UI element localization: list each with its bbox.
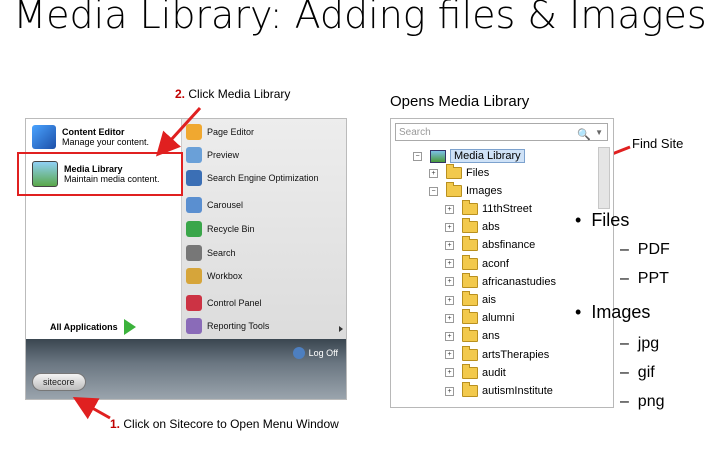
tree-root-label: Media Library bbox=[450, 149, 525, 163]
tree-folder-label: abs bbox=[482, 221, 500, 234]
expand-icon[interactable]: + bbox=[445, 222, 454, 232]
folder-icon bbox=[462, 309, 478, 325]
tree-node-images[interactable]: − Images bbox=[429, 182, 502, 200]
tree-folder-label: audit bbox=[482, 366, 506, 379]
tree-folder-label: alumni bbox=[482, 312, 515, 325]
folder-icon bbox=[462, 272, 478, 288]
folder-icon bbox=[462, 236, 478, 252]
tree-node-folder[interactable]: + artsTherapies bbox=[445, 345, 550, 364]
expand-icon[interactable]: + bbox=[429, 168, 438, 178]
sub-bullet-ppt-label: PPT bbox=[637, 270, 669, 287]
dash: – bbox=[620, 270, 638, 287]
folder-icon bbox=[462, 200, 478, 215]
collapse-icon[interactable]: − bbox=[413, 151, 422, 161]
folder-icon bbox=[462, 382, 478, 397]
search-placeholder: Search bbox=[399, 127, 431, 138]
magnifier-icon[interactable]: 🔍 bbox=[577, 126, 591, 144]
tree-images-label: Images bbox=[466, 185, 503, 197]
dash: – bbox=[620, 364, 638, 381]
tree-files-label: Files bbox=[466, 167, 490, 179]
sub-bullet-png: – png bbox=[620, 393, 665, 411]
sub-bullet-png-label: png bbox=[637, 393, 665, 410]
expand-icon[interactable]: + bbox=[445, 350, 454, 360]
expand-icon[interactable]: + bbox=[445, 368, 454, 378]
find-site-label: Find Site bbox=[632, 136, 684, 151]
expand-icon[interactable]: + bbox=[445, 277, 454, 287]
bullet-files-label: Files bbox=[591, 210, 630, 230]
bullet-dot: • bbox=[575, 210, 592, 230]
expand-icon[interactable]: + bbox=[445, 204, 454, 214]
step1-text: Click on Sitecore to Open Menu Window bbox=[123, 417, 339, 431]
expand-icon[interactable]: + bbox=[445, 386, 454, 396]
tree-folder-label: ais bbox=[482, 294, 497, 306]
tree-node-folder[interactable]: + aconf bbox=[445, 254, 509, 273]
tree-node-folder[interactable]: + absfinance bbox=[445, 236, 535, 254]
tree-folder-label: 11thStreet bbox=[482, 203, 532, 215]
sub-bullet-jpg-label: jpg bbox=[637, 335, 660, 352]
bullet-images-label: Images bbox=[591, 302, 651, 322]
tree-folder-label: absfinance bbox=[482, 239, 536, 252]
tree-node-folder[interactable]: + ais bbox=[445, 291, 496, 309]
arrow-to-sitecore bbox=[72, 397, 111, 420]
bullet-images: • Images bbox=[575, 302, 650, 323]
tree-folder-label: artsTherapies bbox=[482, 348, 550, 361]
folder-icon bbox=[446, 182, 462, 197]
tree-node-folder[interactable]: + africanastudies bbox=[445, 272, 556, 291]
expand-icon[interactable]: + bbox=[445, 240, 454, 250]
tree-node-files[interactable]: + Files bbox=[429, 164, 489, 182]
media-library-tree-panel: Search 🔍 ▼ − Media Library + Files − Ima… bbox=[390, 118, 614, 408]
bullet-files: • Files bbox=[575, 210, 629, 231]
tree-node-folder[interactable]: +11thStreet bbox=[445, 200, 532, 218]
tree-node-folder[interactable]: + audit bbox=[445, 363, 506, 382]
tree-node-folder[interactable]: + ans bbox=[445, 327, 500, 345]
folder-icon bbox=[462, 327, 478, 343]
step1-number: 1. bbox=[110, 417, 121, 431]
expand-icon[interactable]: + bbox=[445, 295, 454, 305]
folder-icon bbox=[462, 254, 478, 270]
tree-node-media-library[interactable]: − Media Library bbox=[413, 147, 525, 165]
step1-caption: 1. Click on Sitecore to Open Menu Window bbox=[110, 417, 339, 431]
sub-bullet-ppt: – PPT bbox=[620, 270, 669, 288]
sub-bullet-gif: – gif bbox=[620, 364, 655, 382]
tree-node-folder[interactable]: + alumni bbox=[445, 309, 514, 327]
media-library-icon bbox=[430, 149, 446, 163]
sub-bullet-pdf-label: PDF bbox=[637, 241, 670, 258]
dash: – bbox=[620, 335, 638, 352]
folder-icon bbox=[462, 363, 478, 379]
expand-icon[interactable]: + bbox=[445, 259, 454, 269]
tree-search-input[interactable]: Search 🔍 ▼ bbox=[395, 123, 608, 141]
sub-bullet-gif-label: gif bbox=[637, 364, 655, 381]
expand-icon[interactable]: + bbox=[445, 313, 454, 323]
dash: – bbox=[620, 241, 638, 258]
tree-folder-label: aconf bbox=[482, 257, 509, 270]
tree-folder-label: autismInstitute bbox=[482, 385, 553, 397]
sub-bullet-jpg: – jpg bbox=[620, 335, 659, 353]
tree-folder-label: ans bbox=[482, 330, 500, 343]
folder-icon bbox=[462, 218, 478, 234]
folder-icon bbox=[462, 345, 478, 361]
tree-folder-label: africanastudies bbox=[482, 275, 556, 288]
collapse-icon[interactable]: − bbox=[429, 186, 438, 196]
folder-icon bbox=[462, 291, 478, 306]
tree-scrollbar[interactable] bbox=[598, 147, 610, 209]
tree-node-folder[interactable]: + abs bbox=[445, 218, 500, 236]
expand-icon[interactable]: + bbox=[445, 331, 454, 341]
bullet-dot: • bbox=[575, 302, 592, 322]
tree-node-folder[interactable]: + autismInstitute bbox=[445, 382, 553, 400]
sub-bullet-pdf: – PDF bbox=[620, 241, 670, 259]
folder-icon bbox=[446, 164, 462, 179]
chevron-down-icon[interactable]: ▼ bbox=[595, 124, 603, 142]
dash: – bbox=[620, 393, 638, 410]
arrow-to-media-library bbox=[155, 106, 202, 157]
